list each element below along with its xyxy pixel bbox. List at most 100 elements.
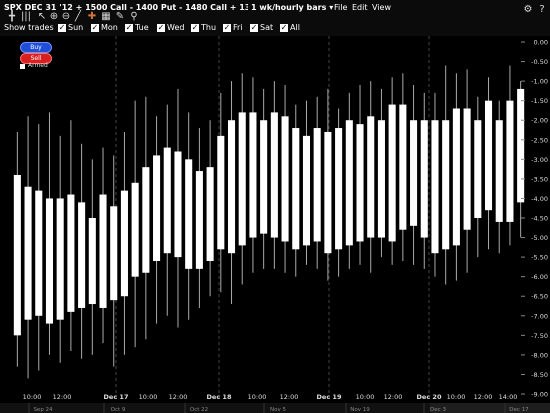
candle-body <box>484 100 493 211</box>
checkbox-thu[interactable]: ✓ <box>191 24 199 32</box>
y-tick-label: 0.00 <box>534 39 548 47</box>
x-tick-label: 10:00 <box>356 393 375 401</box>
candle-body <box>506 100 514 222</box>
candle-body <box>67 194 75 312</box>
price-chart[interactable]: 0.00 -0.50 -1.00 -1.50 -2.00 -2.50 -3.00 -3.50 -… <box>0 0 550 413</box>
label-wed: Wed <box>167 23 185 32</box>
checkbox-sun[interactable]: ✓ <box>58 24 66 32</box>
show-trades-label: Show trades <box>4 23 54 32</box>
y-tick-label: -3.00 <box>531 156 548 164</box>
x-tick-label: 12:00 <box>169 393 188 401</box>
checkbox-wed[interactable]: ✓ <box>157 24 165 32</box>
show-trades-bar: Show trades ✓ Sun ✓ Mon ✓ Tue ✓ Wed ✓ Th… <box>0 22 550 36</box>
candle-body <box>56 198 64 320</box>
help-icon[interactable]: ? <box>536 4 548 16</box>
candle-body <box>78 202 86 308</box>
candle-body <box>313 128 321 242</box>
candle-body <box>377 120 385 238</box>
chevron-down-icon: ▾ <box>329 3 334 12</box>
y-tick-label: -2.50 <box>531 136 548 144</box>
candle-body <box>185 159 193 269</box>
timeframe-select[interactable]: 1 wk/hourly bars ▾ <box>251 3 333 12</box>
candle-body <box>388 104 396 242</box>
label-tue: Tue <box>135 23 149 32</box>
candle-body <box>88 218 96 305</box>
candle-body <box>517 88 525 203</box>
candle-body <box>238 112 246 246</box>
navigator-window <box>430 403 550 413</box>
x-tick-label: 12:00 <box>384 393 403 401</box>
x-tick-label: 12:00 <box>280 393 299 401</box>
candle-body <box>13 174 21 336</box>
y-tick-label: -8.00 <box>531 351 548 359</box>
label-sat: Sat <box>260 23 274 32</box>
navigator-label: Nov 19 <box>350 407 370 413</box>
label-mon: Mon <box>101 23 118 32</box>
y-tick-label: -1.00 <box>531 78 548 86</box>
checkbox-fri[interactable]: ✓ <box>223 24 231 32</box>
candle-body <box>35 190 43 316</box>
candle-body <box>110 206 118 301</box>
x-tick-label: Dec 18 <box>207 393 232 401</box>
y-tick-label: -9.00 <box>531 391 548 399</box>
armed-label: Armed <box>28 62 48 69</box>
x-tick-label: 12:00 <box>474 393 493 401</box>
candle-body <box>356 124 364 242</box>
candle-body <box>463 108 471 230</box>
candle-body <box>260 120 268 234</box>
candle-body <box>281 116 289 242</box>
y-tick-label: -2.00 <box>531 117 548 125</box>
x-tick-label: 10:00 <box>248 393 267 401</box>
x-tick-label: 10:00 <box>139 393 158 401</box>
label-sun: Sun <box>68 23 84 32</box>
y-tick-label: -7.00 <box>531 312 548 320</box>
settings-icon[interactable]: ⚙ <box>522 4 534 16</box>
toolbar-icons: ╋ ||| ↖ ⊕ ⊖ ╱ ✚ ▦ ✎ ⚲ <box>0 11 140 22</box>
y-tick-label: -6.00 <box>531 273 548 281</box>
candle-body <box>410 120 418 226</box>
menu-file[interactable]: File <box>334 3 347 12</box>
x-tick-label: 12:00 <box>53 393 72 401</box>
candle-body <box>174 151 182 258</box>
label-fri: Fri <box>233 23 243 32</box>
y-tick-label: -6.50 <box>531 293 548 301</box>
x-tick-label: 14:00 <box>499 393 518 401</box>
candle-body <box>153 155 161 262</box>
bottom-timeline: Sep 24 Oct 9 Oct 22 Nov 5 Nov 19 Dec 3 Dec 17 <box>0 403 550 413</box>
candle-body <box>324 131 332 254</box>
x-tick-label: 10:00 <box>447 393 466 401</box>
candle-body <box>420 120 428 238</box>
armed-checkbox[interactable] <box>20 64 25 69</box>
checkbox-sat[interactable]: ✓ <box>250 24 258 32</box>
checkbox-mon[interactable]: ✓ <box>91 24 99 32</box>
candle-body <box>302 135 311 246</box>
candle-body <box>195 171 203 269</box>
candle-body <box>270 112 278 238</box>
y-tick-label: -4.50 <box>531 215 548 223</box>
checkbox-tue[interactable]: ✓ <box>125 24 133 32</box>
timeframe-label: 1 wk/hourly bars <box>251 3 327 12</box>
menu-view[interactable]: View <box>372 3 391 12</box>
navigator-label: Dec 3 <box>430 407 446 413</box>
menu-edit[interactable]: Edit <box>352 3 368 12</box>
label-all: All <box>290 23 300 32</box>
x-tick-label: Dec 20 <box>417 393 442 401</box>
candle-body <box>45 198 54 324</box>
checkbox-all[interactable]: ✓ <box>280 24 288 32</box>
navigator-label: Oct 22 <box>190 407 208 413</box>
y-tick-label: -3.50 <box>531 175 548 183</box>
candle-body <box>206 167 214 262</box>
y-tick-label: -4.00 <box>531 195 548 203</box>
navigator-label: Nov 5 <box>270 407 286 413</box>
candle-body <box>399 104 407 230</box>
candle-body <box>335 128 343 250</box>
y-tick-label: -7.50 <box>531 332 548 340</box>
x-tick-label: 10:00 <box>23 393 42 401</box>
navigator-label: Oct 9 <box>111 407 126 413</box>
candle-body <box>367 116 375 238</box>
candle-body <box>227 120 236 254</box>
y-tick-label: -5.00 <box>531 234 548 242</box>
buy-button[interactable]: Buy <box>20 42 52 53</box>
candle-body <box>292 128 300 250</box>
y-tick-label: -0.50 <box>531 58 548 66</box>
